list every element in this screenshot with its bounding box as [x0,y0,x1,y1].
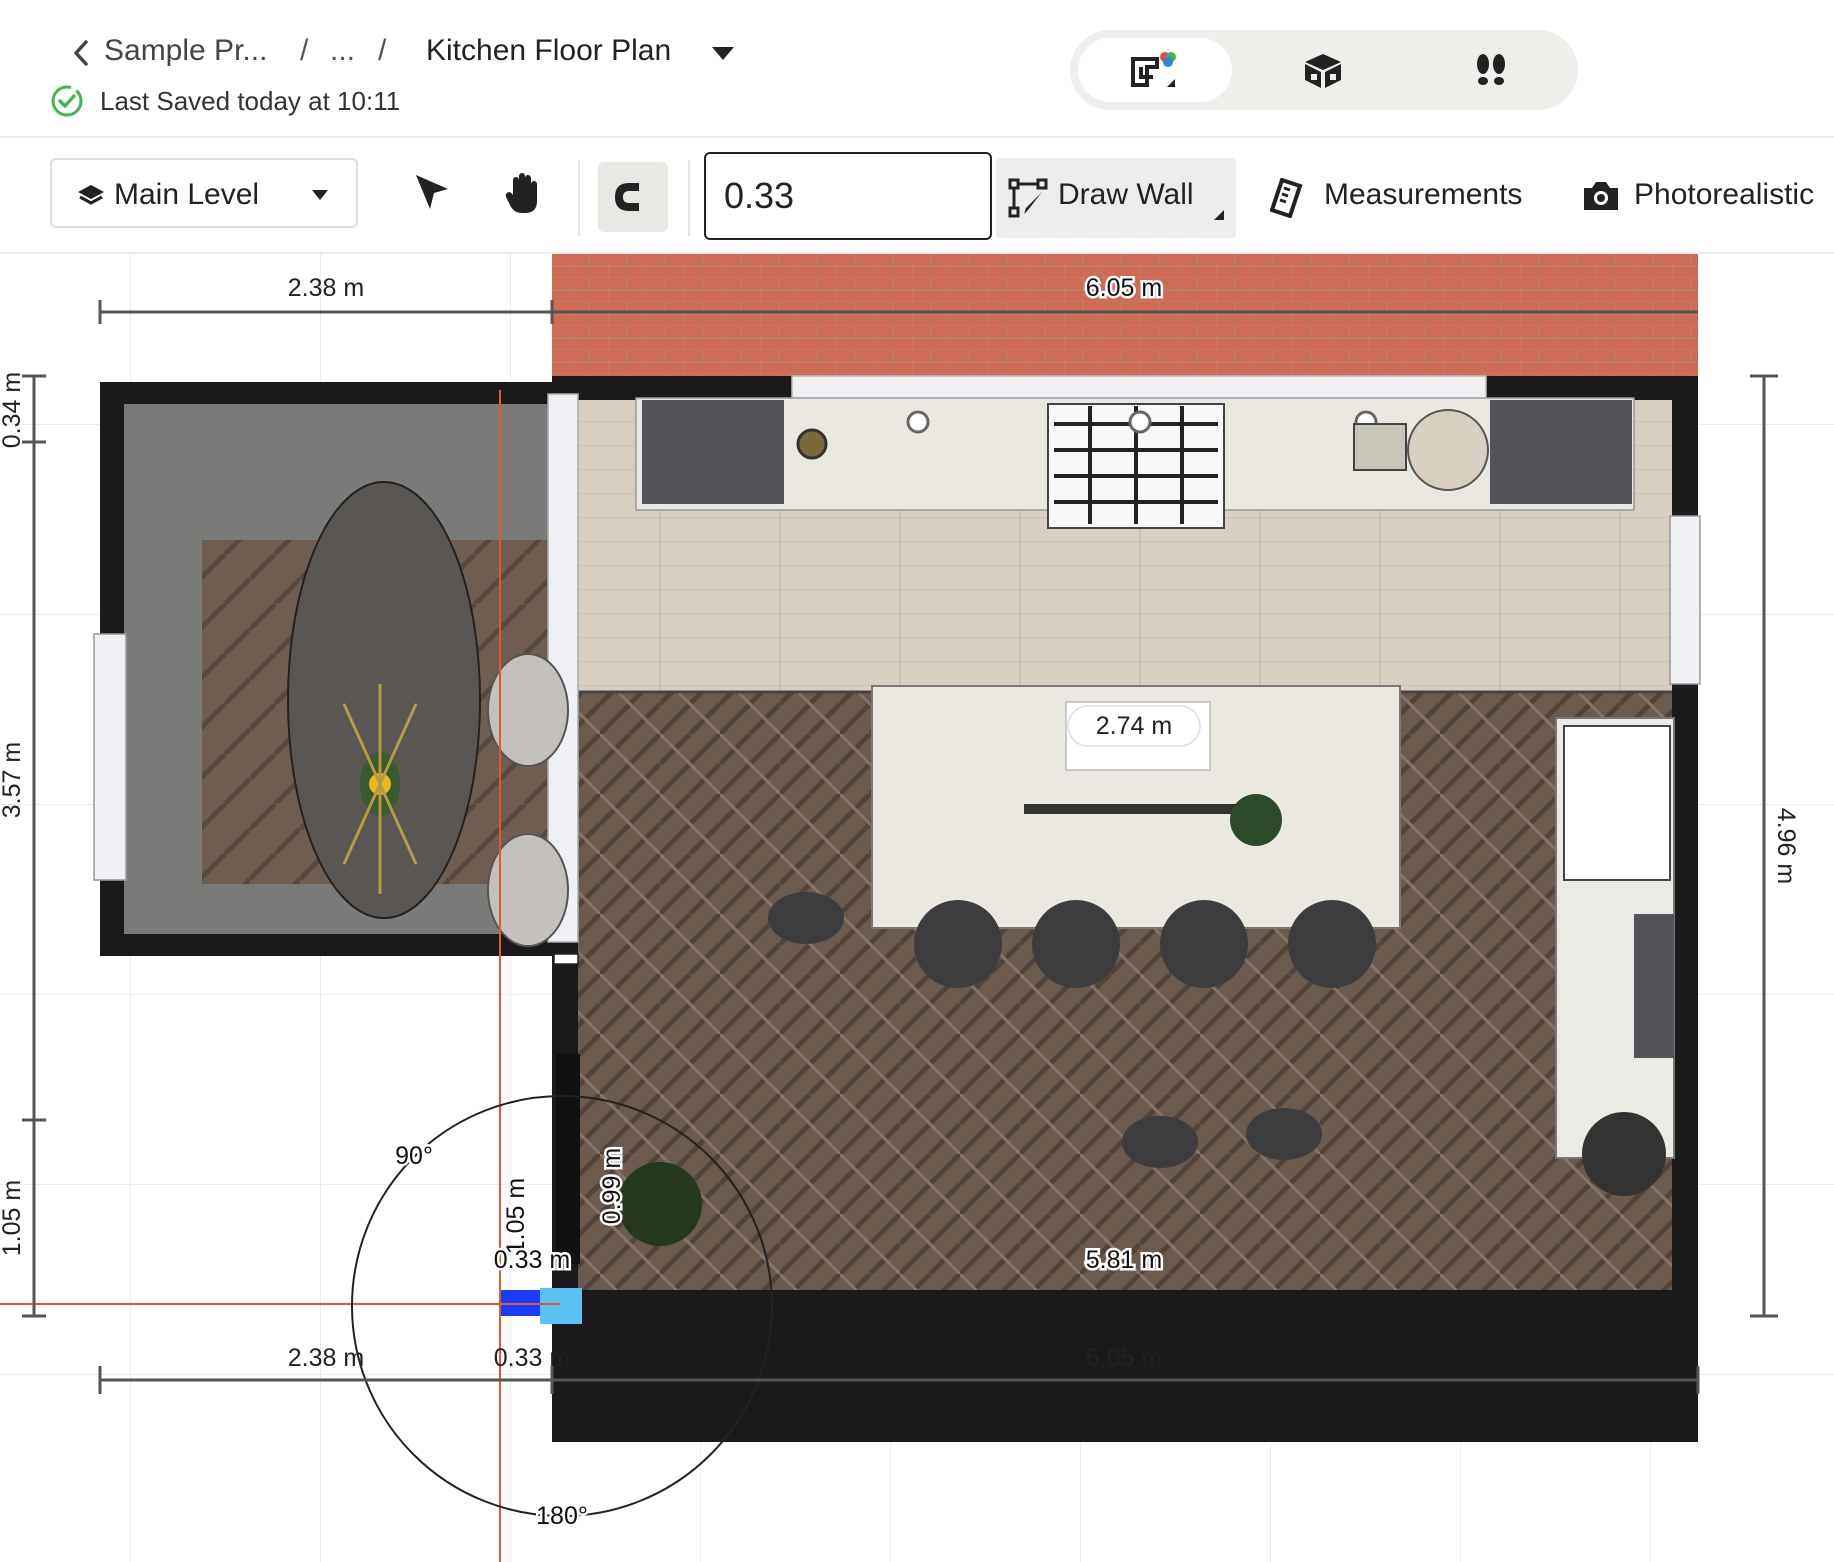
view-2d-button[interactable] [1078,38,1232,102]
dim-stub-width-bottom: 0.33 m [494,1344,570,1372]
wall-length-input[interactable] [704,152,992,240]
dim-top-right: 6.05 m [1086,274,1162,302]
snap-toggle-button[interactable] [598,162,668,232]
dim-right: 4.96 m [1772,808,1800,884]
magnet-icon [615,183,649,211]
floor-plan-canvas[interactable]: 2.38 m 6.05 m 0.34 m 3.57 m 1.05 m 4.96 … [0,254,1834,1562]
window-left [93,633,127,881]
dining-table [287,481,481,919]
dim-left-1: 0.34 m [0,372,26,448]
dim-bottom-right: 6.05 m [1086,1344,1162,1372]
camera-icon[interactable] [1582,180,1620,212]
caret-down-icon [312,190,328,200]
toolbar-divider [688,160,690,236]
dim-stub-width-top: 0.33 m [494,1246,570,1274]
breadcrumb-separator: / [300,34,309,67]
breadcrumb-separator: / [378,34,387,67]
page-title[interactable]: Kitchen Floor Plan [426,34,671,68]
angle-90-label: 90° [395,1142,433,1170]
draw-wall-icon [1008,178,1048,218]
dim-stub-height: 1.05 m [502,1178,530,1254]
submenu-indicator-icon [1214,210,1224,220]
dim-bottom-left: 2.38 m [288,1344,364,1372]
dim-top-left: 2.38 m [288,274,364,302]
draw-wall-button[interactable]: Draw Wall [996,158,1236,238]
walkthrough-icon [1477,54,1505,85]
dim-inner-bottom: 5.81 m [1086,1246,1162,1274]
breadcrumb-ellipsis[interactable]: ... [330,34,355,68]
photorealistic-button[interactable]: Photorealistic [1634,178,1814,212]
stub-wall [556,1054,580,1264]
view-walkthrough-button[interactable] [1414,38,1568,102]
3d-view-icon [1305,54,1341,88]
dim-left-2: 3.57 m [0,742,26,818]
angle-180-label: 180° [536,1502,588,1530]
floor-plan-editor: Sample Pr... / ... / Kitchen Floor Plan … [0,0,1834,1562]
caret-down-icon[interactable] [710,44,736,62]
level-label: Main Level [114,178,260,211]
pan-tool-button[interactable] [500,168,544,218]
appliance-left [642,400,784,504]
dim-island: 2.74 m [1096,712,1172,740]
breadcrumb-project[interactable]: Sample Pr... [104,34,267,68]
appliance-right [1490,400,1632,504]
select-tool-button[interactable] [410,168,454,218]
measurements-button[interactable]: Measurements [1324,178,1522,212]
chevron-left-icon[interactable] [68,38,94,68]
hand-icon [505,173,537,213]
toolbar-divider [578,160,580,236]
draw-wall-label: Draw Wall [1058,178,1194,211]
wall-endpoint-handle[interactable] [540,1288,582,1324]
dim-stub-right: 0.99 m [598,1148,626,1224]
window-right [1669,515,1701,685]
plant [618,1162,702,1246]
check-circle-icon [51,85,83,117]
layers-icon [78,185,104,205]
dim-left-3: 1.05 m [0,1180,26,1256]
2d-plan-icon [1131,52,1176,87]
top-header: Sample Pr... / ... / Kitchen Floor Plan … [0,0,1834,138]
floor-plan-drawing[interactable]: 2.38 m 6.05 m 0.34 m 3.57 m 1.05 m 4.96 … [0,254,1834,1562]
view-3d-button[interactable] [1246,38,1400,102]
view-mode-switcher [1070,30,1578,110]
brick-patio [552,254,1698,376]
editor-toolbar: Main Level 0.33 Draw Wall Measurements P… [0,140,1834,254]
cursor-arrow-icon [416,175,448,209]
ruler-icon[interactable] [1270,178,1304,218]
level-dropdown[interactable]: Main Level [50,158,358,228]
save-status: Last Saved today at 10:11 [100,86,401,116]
